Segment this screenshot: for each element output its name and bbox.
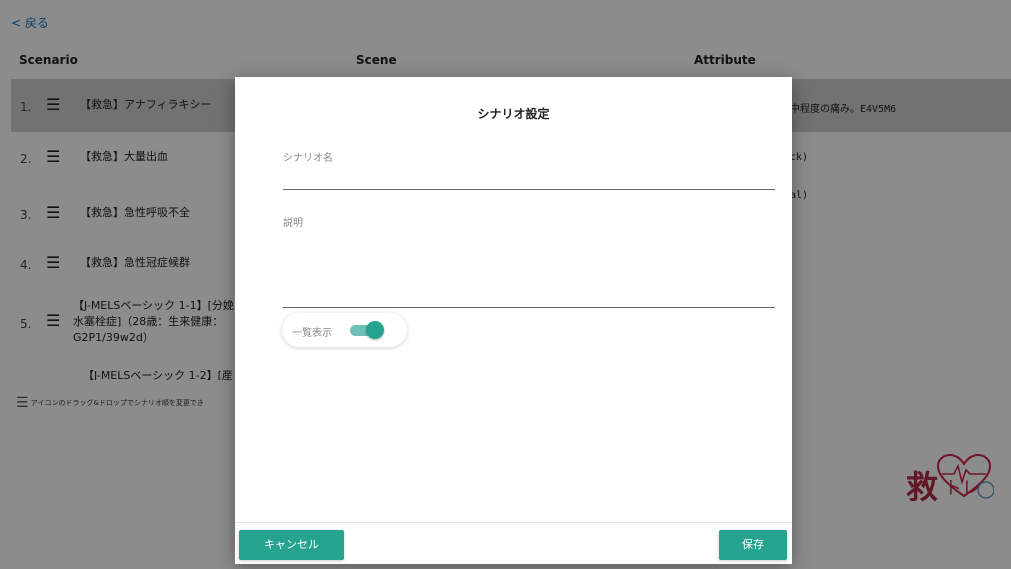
scenario-settings-dialog: シナリオ設定 シナリオ名 説明 一覧表示 キャンセル 保存 — [235, 77, 792, 564]
description-underline — [283, 307, 775, 308]
scenario-name-underline — [283, 189, 775, 190]
dialog-title: シナリオ設定 — [477, 107, 550, 121]
scenario-name-label: シナリオ名 — [283, 153, 333, 164]
list-display-toggle-group: 一覧表示 — [282, 313, 407, 347]
scenario-name-input[interactable] — [283, 163, 775, 189]
cancel-button[interactable]: キャンセル — [239, 530, 344, 560]
list-display-label: 一覧表示 — [292, 328, 332, 339]
dialog-footer-divider — [235, 522, 792, 523]
description-textarea[interactable] — [283, 229, 775, 307]
description-label: 説明 — [283, 218, 303, 229]
save-button[interactable]: 保存 — [719, 530, 787, 560]
toggle-knob[interactable] — [366, 321, 384, 339]
